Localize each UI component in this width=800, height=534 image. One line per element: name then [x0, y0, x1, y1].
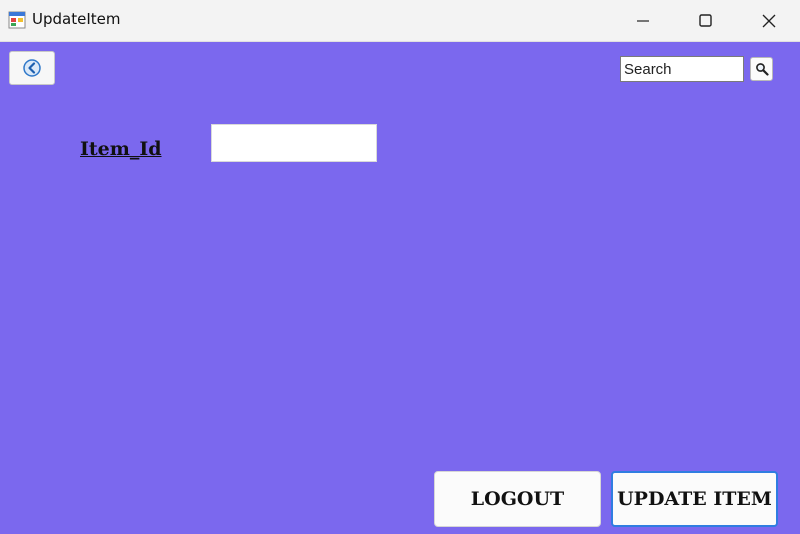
- back-button[interactable]: [9, 51, 55, 85]
- search-button[interactable]: [750, 57, 773, 81]
- title-bar: UpdateItem: [0, 0, 800, 42]
- item-id-label: Item_Id: [80, 138, 162, 160]
- window-title: UpdateItem: [32, 10, 121, 28]
- minimize-icon: [637, 19, 649, 22]
- app-form-icon: [8, 11, 26, 29]
- form-client-area: Item_Id LOGOUT UPDATE ITEM: [0, 42, 800, 534]
- back-arrow-icon: [23, 59, 41, 77]
- maximize-icon: [698, 14, 712, 27]
- minimize-button[interactable]: [620, 0, 666, 41]
- maximize-button[interactable]: [682, 0, 728, 41]
- item-id-input[interactable]: [211, 124, 377, 162]
- magnifier-icon: [755, 63, 769, 76]
- update-item-button[interactable]: UPDATE ITEM: [611, 471, 778, 527]
- search-input[interactable]: [620, 56, 744, 82]
- close-button[interactable]: [746, 0, 792, 41]
- logout-button[interactable]: LOGOUT: [434, 471, 601, 527]
- close-icon: [762, 14, 776, 27]
